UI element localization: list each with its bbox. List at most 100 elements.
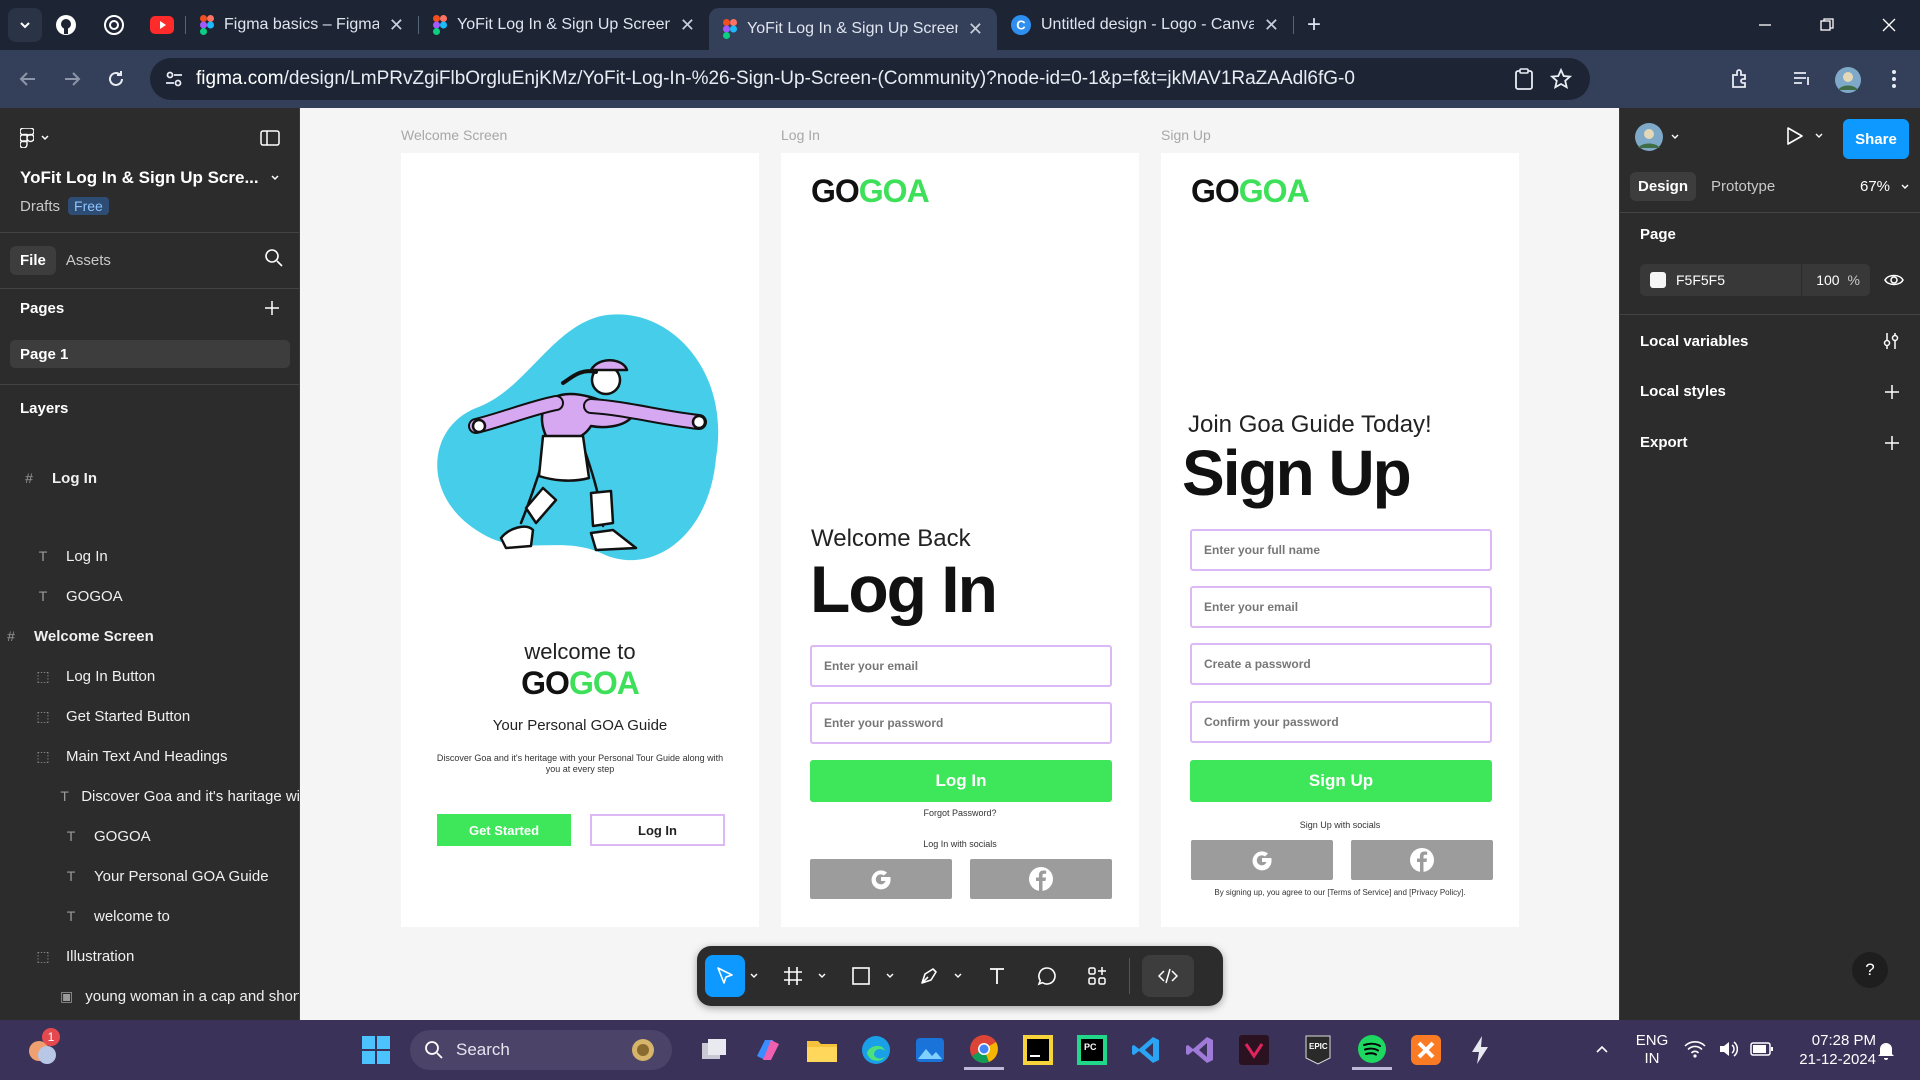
- frame-welcome-screen[interactable]: welcome to GOGOA Your Personal GOA Guide…: [401, 153, 759, 927]
- tab-search-button[interactable]: [8, 8, 42, 42]
- pen-tool-menu[interactable]: [949, 971, 967, 981]
- layer-row[interactable]: # Log In: [0, 458, 299, 498]
- facebook-signup-button[interactable]: [1351, 840, 1493, 880]
- site-settings-icon[interactable]: [164, 69, 184, 89]
- restore-button[interactable]: [1796, 0, 1858, 50]
- page-opacity[interactable]: 100: [1816, 272, 1839, 288]
- local-styles-row[interactable]: Local styles: [1640, 383, 1900, 400]
- frame-label-signup[interactable]: Sign Up: [1161, 127, 1211, 143]
- page-fill-input[interactable]: F5F5F5 100 %: [1640, 264, 1870, 296]
- vscode-button[interactable]: [1126, 1030, 1166, 1070]
- layer-row[interactable]: Twelcome to: [0, 896, 299, 936]
- google-login-button[interactable]: [810, 859, 952, 899]
- add-icon[interactable]: [1884, 384, 1900, 400]
- file-explorer-button[interactable]: [802, 1030, 842, 1070]
- help-button[interactable]: ?: [1852, 952, 1888, 988]
- close-icon[interactable]: ✕: [968, 19, 983, 40]
- close-icon[interactable]: ✕: [389, 15, 404, 36]
- media-controls-button[interactable]: [1780, 57, 1824, 101]
- app-v-button[interactable]: [1234, 1030, 1274, 1070]
- layer-row[interactable]: T Your Personal GOA Guide: [0, 856, 299, 896]
- pycharm-button[interactable]: PC: [1072, 1030, 1112, 1070]
- frame-tool-button[interactable]: [773, 955, 813, 997]
- dev-mode-toggle[interactable]: [1142, 955, 1194, 997]
- actions-tool-button[interactable]: [1077, 955, 1117, 997]
- start-button[interactable]: [356, 1030, 396, 1070]
- email-input[interactable]: Enter your email: [810, 645, 1112, 687]
- zoom-dropdown[interactable]: 67%: [1860, 178, 1910, 195]
- text-tool-button[interactable]: [977, 955, 1017, 997]
- widgets-button[interactable]: 1: [22, 1028, 62, 1070]
- layer-row[interactable]: T Discover Goa and it's haritage wi: [0, 776, 299, 816]
- tab-file[interactable]: File: [10, 246, 56, 275]
- layer-row[interactable]: T GOGOA: [0, 816, 299, 856]
- google-signup-button[interactable]: [1191, 840, 1333, 880]
- share-button[interactable]: Share: [1843, 119, 1909, 159]
- frame-label-welcome[interactable]: Welcome Screen: [401, 127, 507, 143]
- create-password-input[interactable]: Create a password: [1190, 643, 1492, 685]
- tab-prototype[interactable]: Prototype: [1711, 178, 1775, 195]
- browser-menu-button[interactable]: [1872, 57, 1916, 101]
- layer-row[interactable]: # Welcome Screen: [0, 616, 299, 656]
- layer-row[interactable]: ⬚ Illustration: [0, 936, 299, 976]
- page-item-page-1[interactable]: Page 1: [10, 340, 290, 368]
- layer-row[interactable]: ▣ young woman in a cap and shorts: [0, 976, 299, 1016]
- layer-row[interactable]: T Log In: [0, 536, 299, 576]
- system-tray[interactable]: [1684, 1040, 1774, 1058]
- sidebar-toggle-icon[interactable]: [260, 130, 280, 146]
- frame-label-login[interactable]: Log In: [781, 127, 820, 143]
- close-window-button[interactable]: [1858, 0, 1920, 50]
- color-swatch[interactable]: [1650, 272, 1666, 288]
- clock[interactable]: 07:28 PM 21-12-2024: [1782, 1031, 1876, 1069]
- xampp-button[interactable]: [1406, 1030, 1446, 1070]
- tab-yofit-1[interactable]: YoFit Log In & Sign Up Screen | ✕: [419, 0, 709, 50]
- visual-studio-button[interactable]: [1180, 1030, 1220, 1070]
- close-icon[interactable]: ✕: [680, 15, 695, 36]
- shape-tool-button[interactable]: [841, 955, 881, 997]
- log-in-button[interactable]: Log In: [590, 814, 725, 846]
- bookmark-star-icon[interactable]: [1550, 68, 1572, 90]
- forgot-password-link[interactable]: Forgot Password?: [781, 808, 1139, 818]
- minimize-button[interactable]: [1734, 0, 1796, 50]
- file-title[interactable]: YoFit Log In & Sign Up Scre...: [20, 168, 280, 188]
- photos-button[interactable]: [910, 1030, 950, 1070]
- frame-log-in[interactable]: GOGOA Welcome Back Log In Enter your ema…: [781, 153, 1139, 927]
- confirm-password-input[interactable]: Confirm your password: [1190, 701, 1492, 743]
- clipboard-icon[interactable]: [1514, 68, 1534, 90]
- move-tool-menu[interactable]: [745, 971, 763, 981]
- shape-tool-menu[interactable]: [881, 971, 899, 981]
- layer-row[interactable]: ⬚ Main Text And Headings: [0, 736, 299, 776]
- layer-row[interactable]: ⬚ Get Started Button: [0, 696, 299, 736]
- login-submit-button[interactable]: Log In: [810, 760, 1112, 802]
- pinned-tab-chatgpt[interactable]: [90, 0, 138, 50]
- password-input[interactable]: Enter your password: [810, 702, 1112, 744]
- back-button[interactable]: [6, 57, 50, 101]
- taskbar-search-box[interactable]: Search: [410, 1030, 672, 1070]
- task-view-button[interactable]: [694, 1030, 734, 1070]
- spotify-button[interactable]: [1352, 1030, 1392, 1070]
- present-button[interactable]: [1786, 126, 1824, 146]
- facebook-login-button[interactable]: [970, 859, 1112, 899]
- extensions-button[interactable]: [1718, 57, 1762, 101]
- export-row[interactable]: Export: [1640, 434, 1900, 451]
- tab-assets[interactable]: Assets: [56, 246, 121, 275]
- get-started-button[interactable]: Get Started: [437, 814, 571, 846]
- reload-button[interactable]: [94, 57, 138, 101]
- email-input[interactable]: Enter your email: [1190, 586, 1492, 628]
- tab-design[interactable]: Design: [1630, 172, 1697, 201]
- multiplayer-avatar[interactable]: [1634, 122, 1680, 152]
- tab-canva[interactable]: C Untitled design - Logo - Canva ✕: [997, 0, 1293, 50]
- tab-figma-basics[interactable]: Figma basics – Figma ✕: [186, 0, 418, 50]
- input-language[interactable]: ENG IN: [1632, 1032, 1672, 1068]
- fullname-input[interactable]: Enter your full name: [1190, 529, 1492, 571]
- copilot-button[interactable]: [748, 1030, 788, 1070]
- new-tab-button[interactable]: +: [1294, 11, 1334, 39]
- notifications-button[interactable]: [1866, 1030, 1906, 1070]
- figma-canvas[interactable]: Welcome Screen welcome to GOGOA Your Per…: [301, 108, 1619, 1020]
- profile-avatar[interactable]: [1826, 58, 1870, 102]
- add-page-icon[interactable]: [264, 300, 280, 316]
- signup-submit-button[interactable]: Sign Up: [1190, 760, 1492, 802]
- add-icon[interactable]: [1884, 435, 1900, 451]
- close-icon[interactable]: ✕: [1264, 15, 1279, 36]
- page-color-hex[interactable]: F5F5F5: [1676, 272, 1801, 288]
